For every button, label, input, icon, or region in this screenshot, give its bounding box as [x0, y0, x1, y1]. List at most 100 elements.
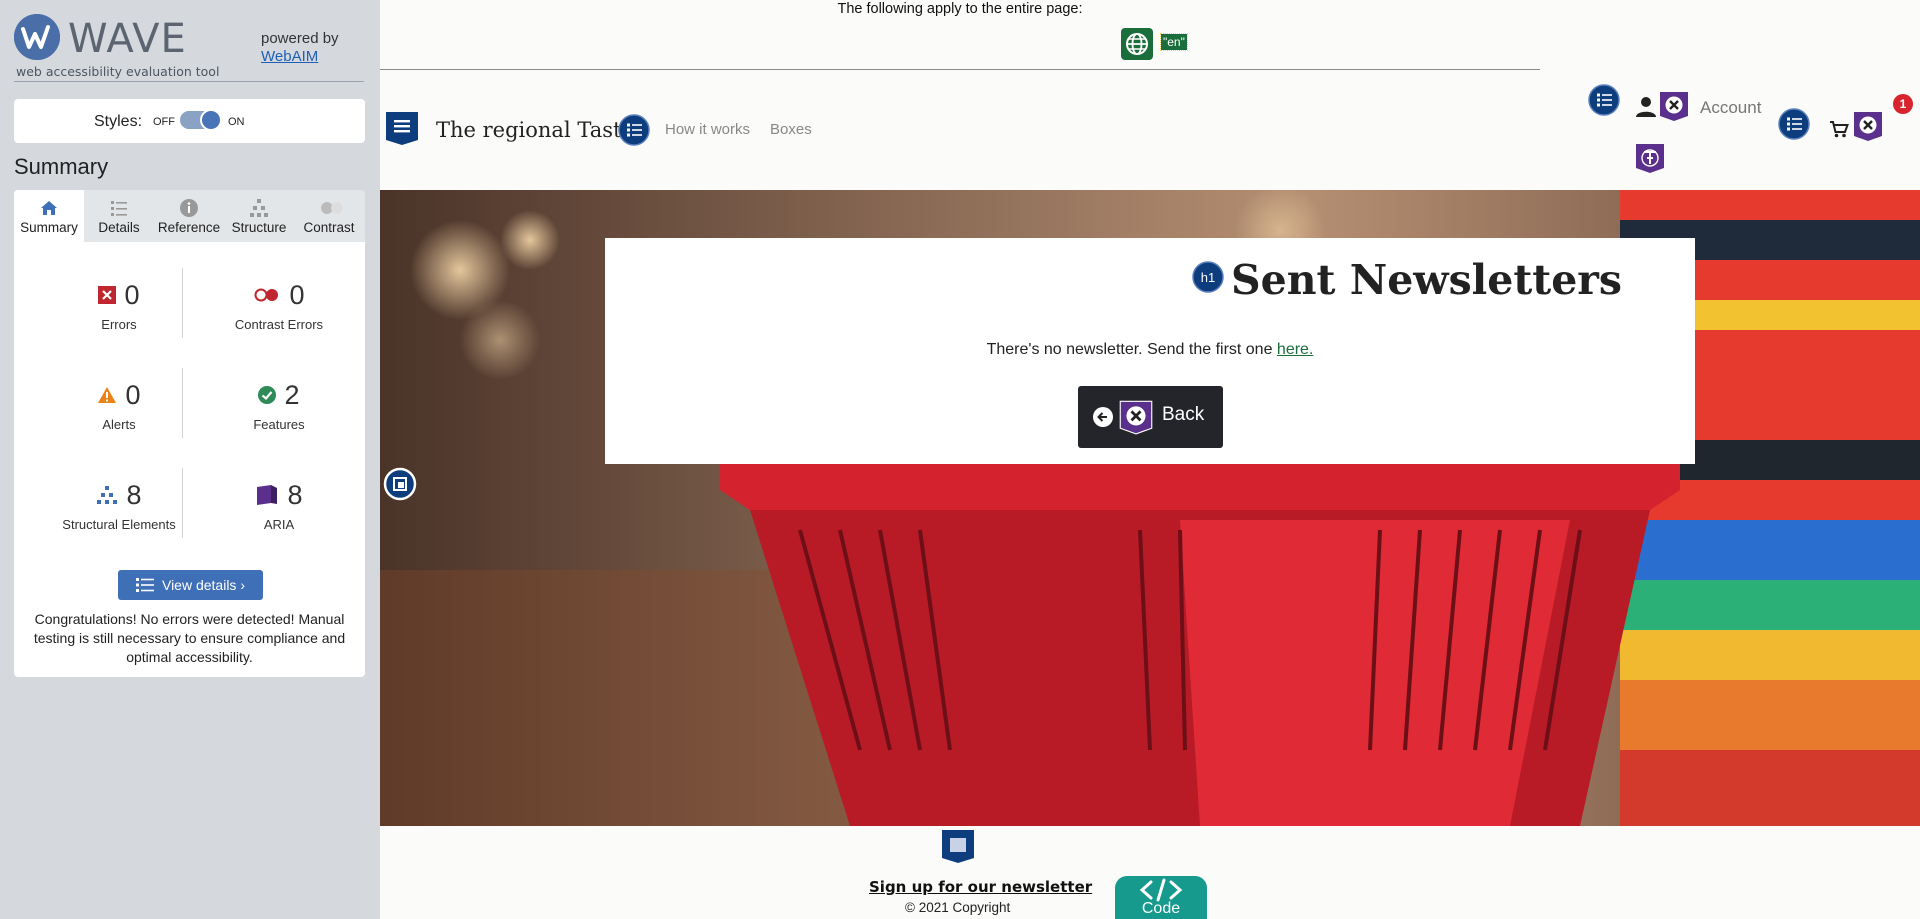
- nav-boxes[interactable]: Boxes: [770, 121, 812, 138]
- header-structure-icon[interactable]: [384, 110, 420, 146]
- tab-details[interactable]: Details: [84, 190, 154, 242]
- aria-count: 8: [287, 479, 303, 510]
- wave-logo-text: WAVE: [68, 16, 187, 62]
- heading-h1-icon[interactable]: h1: [1192, 261, 1224, 298]
- alerts-stat: 0 Alerts: [34, 375, 204, 455]
- empty-state-message: There's no newsletter. Send the first on…: [605, 341, 1695, 359]
- back-button[interactable]: Back: [1078, 386, 1223, 448]
- structural-elements-count: 8: [126, 479, 142, 510]
- powered-by-text: powered by: [261, 30, 339, 47]
- wave-header: WAVE web accessibility evaluation tool p…: [14, 14, 364, 82]
- h1-icon-label: h1: [1201, 270, 1215, 285]
- list-icon: [109, 198, 129, 218]
- summary-heading: Summary: [14, 154, 109, 179]
- styles-toggle-switch[interactable]: [180, 109, 222, 131]
- contrast-errors-stat: 0 Contrast Errors: [194, 275, 364, 355]
- empty-state-text: There's no newsletter. Send the first on…: [986, 341, 1277, 358]
- contrast-errors-label: Contrast Errors: [234, 317, 324, 332]
- alerts-count: 0: [125, 379, 141, 410]
- tab-structure[interactable]: Structure: [224, 190, 294, 242]
- styles-toggle-box: Styles: OFF ON: [14, 99, 365, 143]
- wave-logo-icon: [14, 14, 60, 60]
- list-icon: [135, 578, 154, 592]
- styles-off-label: OFF: [153, 116, 175, 128]
- tab-label: Reference: [157, 220, 221, 235]
- features-count: 2: [284, 379, 300, 410]
- account-list-icon[interactable]: [1588, 84, 1620, 121]
- divider: [182, 468, 183, 538]
- language-globe-icon[interactable]: [1121, 28, 1153, 60]
- site-navbar: The regional Taste How it works Boxes Ac…: [380, 70, 1920, 190]
- view-details-label: View details ›: [161, 577, 245, 593]
- structure-icon: [249, 198, 269, 218]
- features-stat: 2 Features: [194, 375, 364, 455]
- contrast-errors-count: 0: [289, 279, 305, 310]
- switch-knob: [200, 109, 222, 131]
- nav-how-it-works[interactable]: How it works: [665, 121, 750, 138]
- aria-icon: [257, 485, 278, 505]
- language-tag: "en": [1160, 33, 1188, 51]
- back-label: Back: [1162, 404, 1205, 425]
- aria-hidden-icon: [1119, 400, 1153, 435]
- errors-stat: 0 Errors: [34, 275, 204, 355]
- aria-hidden-icon[interactable]: [1658, 90, 1690, 122]
- navigation-list-icon[interactable]: [618, 114, 650, 151]
- structural-elements-stat: 8 Structural Elements: [34, 475, 204, 555]
- evaluated-page: The following apply to the entire page: …: [380, 0, 1920, 919]
- view-details-button[interactable]: View details ›: [118, 570, 263, 600]
- newsletter-signup-link[interactable]: Sign up for our newsletter: [869, 878, 1092, 896]
- divider: [182, 368, 183, 438]
- tab-label: Structure: [231, 220, 287, 235]
- webaim-link[interactable]: WebAIM: [261, 48, 318, 65]
- tab-summary[interactable]: Summary: [14, 190, 84, 242]
- structure-icon: [97, 486, 118, 504]
- styles-on-label: ON: [228, 116, 245, 128]
- info-icon: [179, 198, 199, 218]
- contrast-error-icon: [254, 288, 279, 302]
- browser-viewport: WAVE web accessibility evaluation tool p…: [0, 0, 1920, 919]
- contrast-icon: [319, 198, 343, 218]
- applies-text: The following apply to the entire page:: [837, 1, 1083, 17]
- tab-label: Summary: [20, 220, 78, 235]
- aria-label: ARIA: [263, 517, 295, 532]
- send-first-link[interactable]: here.: [1277, 341, 1313, 358]
- structural-elements-label: Structural Elements: [62, 517, 176, 532]
- newsletter-card: h1 Sent Newsletters There's no newslette…: [605, 238, 1695, 464]
- errors-count: 0: [124, 279, 140, 310]
- tab-contrast[interactable]: Contrast: [294, 190, 364, 242]
- alert-icon: [98, 387, 117, 403]
- feature-icon: [258, 386, 277, 404]
- home-icon: [39, 198, 59, 218]
- code-label: Code: [1141, 900, 1181, 917]
- code-badge[interactable]: Code: [1115, 876, 1207, 919]
- aria-hidden-icon[interactable]: [1852, 110, 1884, 142]
- tab-label: Details: [98, 220, 140, 235]
- hero-banner: h1 Sent Newsletters There's no newslette…: [380, 190, 1920, 826]
- wave-tab-bar: Summary Details Reference Structure Cont…: [14, 190, 365, 242]
- cart-icon[interactable]: [1829, 120, 1849, 143]
- page-wide-annotations: The following apply to the entire page: …: [380, 0, 1540, 70]
- styles-label: Styles:: [94, 113, 143, 130]
- alerts-label: Alerts: [102, 417, 136, 432]
- arrow-left-icon: [1093, 407, 1113, 427]
- aria-stat: 8 ARIA: [194, 475, 364, 555]
- features-label: Features: [253, 417, 305, 432]
- account-link[interactable]: Account: [1700, 98, 1761, 118]
- wave-tagline: web accessibility evaluation tool: [16, 64, 220, 79]
- copyright-text: © 2021 Copyright: [905, 900, 1011, 915]
- user-icon[interactable]: [1635, 96, 1657, 123]
- cart-list-icon[interactable]: [1778, 108, 1810, 145]
- tab-reference[interactable]: Reference: [154, 190, 224, 242]
- page-title: Sent Newsletters: [1231, 256, 1622, 304]
- aria-tabindex-icon[interactable]: [1634, 142, 1666, 179]
- summary-panel: Summary Details Reference Structure Cont…: [14, 190, 365, 677]
- wave-sidebar: WAVE web accessibility evaluation tool p…: [0, 0, 380, 919]
- error-icon: [98, 286, 117, 304]
- errors-label: Errors: [101, 317, 137, 332]
- cart-count-badge: 1: [1893, 94, 1913, 114]
- site-brand[interactable]: The regional Taste: [436, 118, 634, 142]
- footer-structure-icon[interactable]: [940, 828, 976, 869]
- congratulations-message: Congratulations! No errors were detected…: [33, 611, 346, 665]
- divider: [182, 268, 183, 338]
- region-icon[interactable]: [383, 467, 417, 506]
